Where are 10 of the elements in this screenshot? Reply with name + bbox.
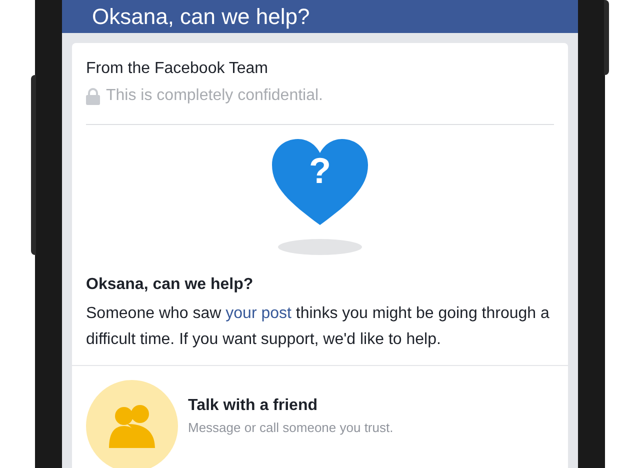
option-title: Talk with a friend [188, 396, 318, 416]
post-link[interactable]: your post [226, 305, 292, 322]
help-title: Oksana, can we help? [86, 275, 254, 295]
sender-label: From the Facebook Team [86, 59, 270, 79]
lock-icon [86, 88, 100, 104]
option-subtitle: Message or call someone you trust. [188, 419, 394, 437]
question-mark: ? [308, 153, 332, 189]
help-message: Someone who saw your post thinks you might be going through a difficult time. If you want support, we'd like to help. [86, 304, 550, 350]
header-title: Oksana, can we help? [92, 3, 310, 31]
confidential-note: This is completely confidential. [106, 86, 323, 106]
